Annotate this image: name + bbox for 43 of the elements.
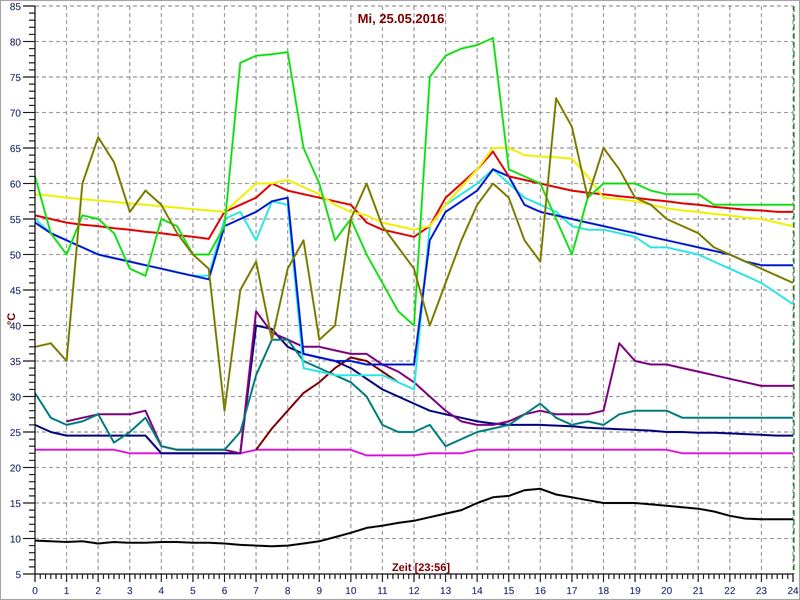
- axis-tick-label: 7: [253, 586, 259, 597]
- axis-tick-label: 70: [10, 108, 21, 120]
- axis-tick-label: 3: [126, 586, 133, 597]
- axis-tick-label: 60: [10, 180, 21, 190]
- axis-tick-label: 20: [661, 586, 672, 597]
- axis-tick-label: 14: [472, 586, 483, 597]
- axis-tick-label: 35: [10, 357, 21, 368]
- axis-tick-label: 24: [787, 586, 799, 597]
- axis-tick-label: 4: [158, 586, 164, 597]
- axis-tick-label: 25: [10, 428, 21, 439]
- axis-tick-label: 16: [534, 586, 546, 597]
- axis-tick-label: 13: [440, 586, 452, 597]
- axis-tick-label: 23: [756, 586, 767, 597]
- axis-tick-label: 5: [15, 570, 21, 581]
- axis-tick-label: 55: [10, 215, 21, 226]
- axis-tick-label: 50: [10, 250, 21, 262]
- axis-tick-label: 2: [95, 586, 101, 597]
- axis-tick-label: 45: [10, 286, 21, 297]
- axis-tick-label: 9: [316, 586, 322, 597]
- axis-tick-label: 85: [10, 2, 21, 13]
- axis-tick-label: 22: [724, 586, 736, 597]
- axis-tick-label: 10: [10, 534, 21, 546]
- axis-title: Zeit [23:56]: [392, 562, 450, 574]
- axis-tick-label: 65: [10, 144, 21, 155]
- axis-tick-label: 20: [10, 464, 21, 474]
- axis-tick-label: 12: [408, 586, 420, 597]
- axis-tick-label: 10: [345, 586, 356, 597]
- axis-tick-label: 21: [692, 586, 704, 597]
- axis-tick-label: 15: [503, 586, 514, 597]
- axis-tick-label: 0: [32, 586, 38, 597]
- axis-tick-label: 75: [10, 73, 21, 84]
- axis-tick-label: 18: [598, 586, 610, 597]
- axis-tick-label: 11: [377, 586, 388, 597]
- axis-tick-label: 80: [10, 38, 21, 48]
- axis-tick-label: 1: [64, 586, 70, 597]
- axis-tick-label: 6: [222, 586, 228, 597]
- axis-tick-label: 17: [566, 586, 578, 597]
- chart-title: Mi, 25.05.2016: [358, 11, 444, 26]
- axis-tick-label: 15: [10, 499, 21, 510]
- axis-tick-label: 8: [284, 586, 290, 597]
- axis-tick-label: 19: [630, 586, 641, 597]
- axis-tick-label: 30: [10, 392, 21, 404]
- axis-tick-label: 5: [190, 586, 196, 597]
